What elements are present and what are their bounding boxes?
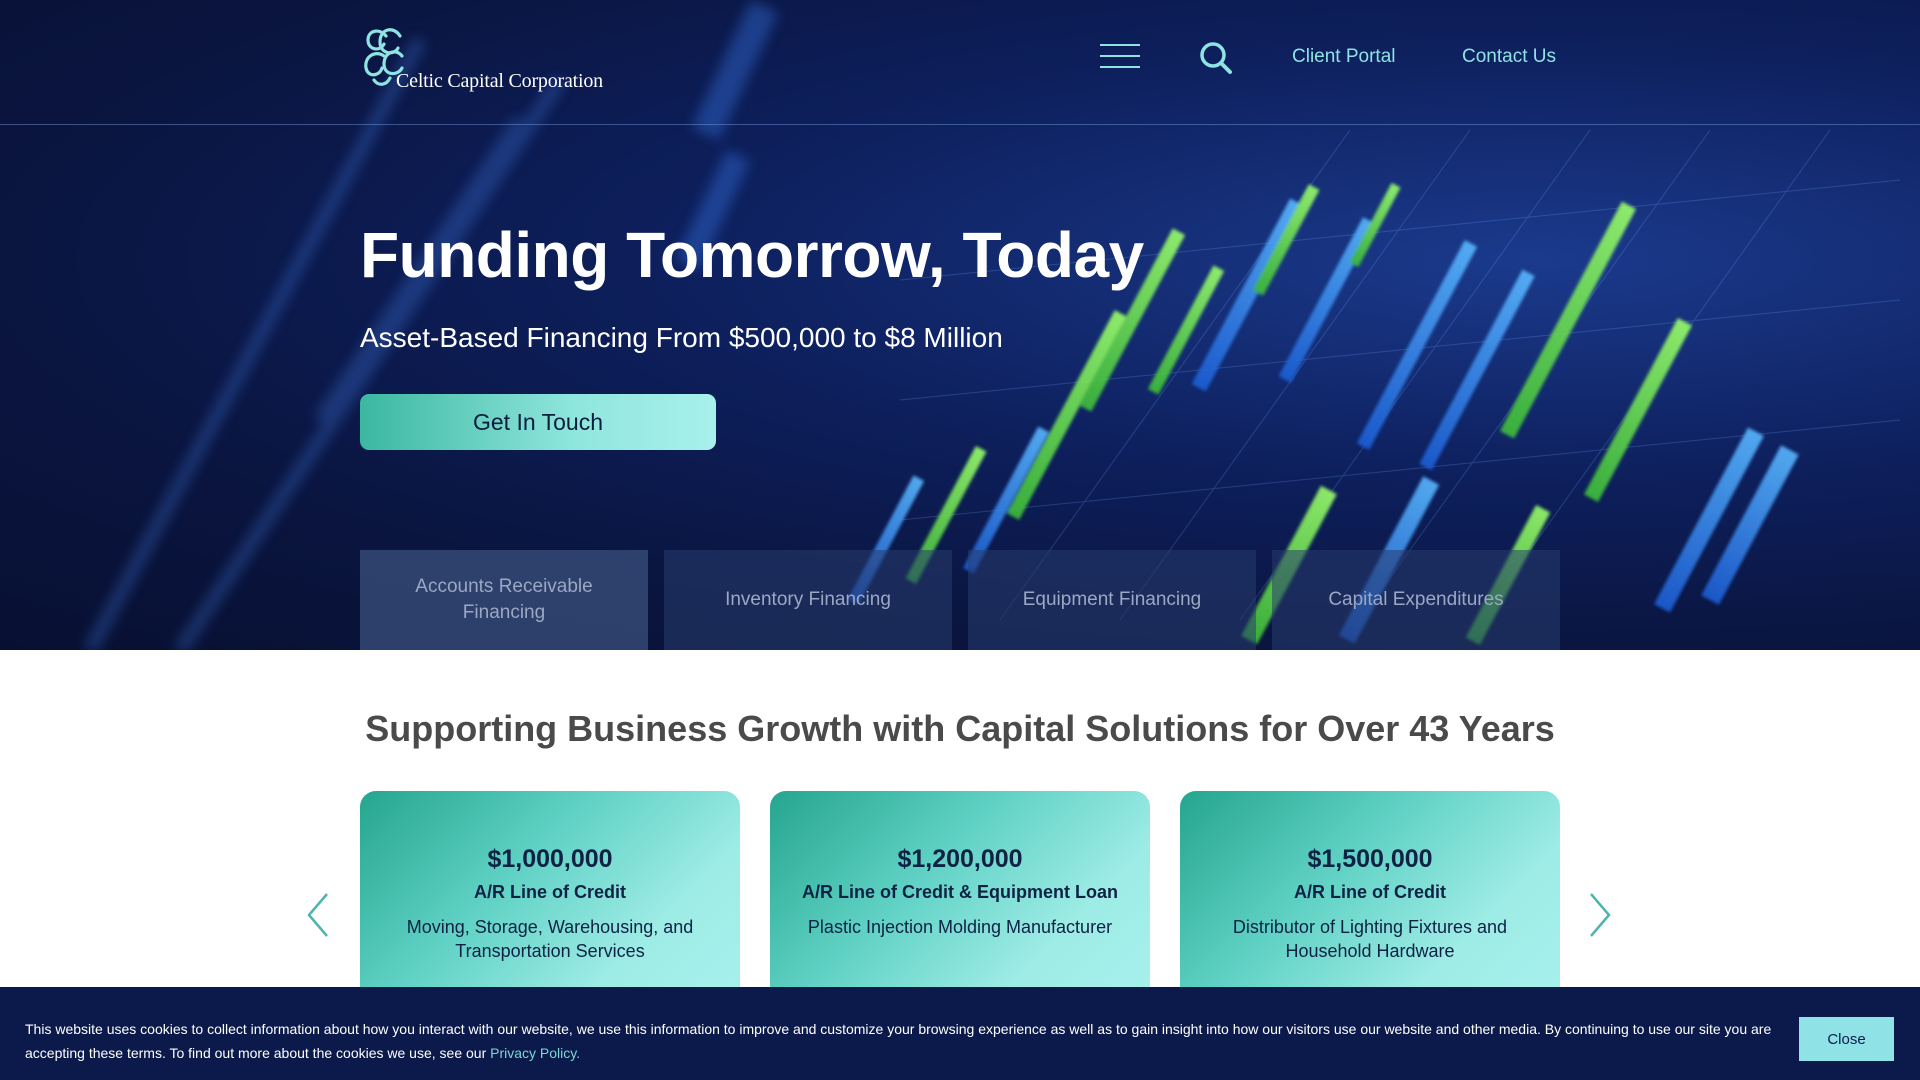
get-in-touch-button[interactable]: Get In Touch	[360, 394, 716, 450]
deal-card[interactable]: $1,000,000 A/R Line of Credit Moving, St…	[360, 791, 740, 991]
cookie-banner: This website uses cookies to collect inf…	[0, 987, 1920, 1080]
nav-contact-us-link[interactable]: Contact Us	[1462, 46, 1556, 68]
deal-type: A/R Line of Credit	[1294, 882, 1446, 902]
logo-text: Celtic Capital Corporation	[396, 70, 603, 92]
privacy-policy-link[interactable]: Privacy Policy.	[490, 1045, 580, 1061]
section-title: Supporting Business Growth with Capital …	[365, 708, 1555, 749]
deal-type: A/R Line of Credit	[474, 882, 626, 902]
deal-amount: $1,000,000	[487, 845, 613, 873]
hero-subtitle: Asset-Based Financing From $500,000 to $…	[360, 322, 1003, 353]
tab-equipment-financing[interactable]: Equipment Financing	[968, 550, 1256, 650]
nav-client-portal-link[interactable]: Client Portal	[1292, 46, 1396, 68]
cookie-close-button[interactable]: Close	[1799, 1017, 1894, 1061]
cookie-text: This website uses cookies to collect inf…	[25, 1017, 1785, 1065]
deal-description: Distributor of Lighting Fixtures and Hou…	[1232, 917, 1508, 962]
deal-amount: $1,200,000	[897, 845, 1023, 873]
service-tabs: Accounts Receivable Financing Inventory …	[360, 550, 1560, 650]
tab-inventory-financing[interactable]: Inventory Financing	[664, 550, 952, 650]
tab-capital-expenditures[interactable]: Capital Expenditures	[1272, 550, 1560, 650]
deal-amount: $1,500,000	[1307, 845, 1433, 873]
hero-title: Funding Tomorrow, Today	[360, 219, 1144, 291]
cookie-message: This website uses cookies to collect inf…	[25, 1021, 1772, 1061]
chevron-left-icon[interactable]	[303, 890, 333, 940]
hero-section: Celtic Capital Corporation Client Portal…	[0, 0, 1920, 650]
tab-accounts-receivable-financing[interactable]: Accounts Receivable Financing	[360, 550, 648, 650]
deal-description: Moving, Storage, Warehousing, and Transp…	[406, 917, 694, 962]
search-icon[interactable]	[1198, 40, 1234, 76]
deals-carousel: $1,000,000 A/R Line of Credit Moving, St…	[360, 791, 1560, 991]
deal-type: A/R Line of Credit & Equipment Loan	[802, 882, 1118, 902]
logo[interactable]: Celtic Capital Corporation	[360, 22, 620, 94]
deal-card[interactable]: $1,500,000 A/R Line of Credit Distributo…	[1180, 791, 1560, 991]
deal-description: Plastic Injection Molding Manufacturer	[807, 917, 1113, 937]
site-header: Celtic Capital Corporation Client Portal…	[0, 0, 1920, 125]
hamburger-menu-icon[interactable]	[1100, 44, 1140, 72]
deal-card[interactable]: $1,200,000 A/R Line of Credit & Equipmen…	[770, 791, 1150, 991]
chevron-right-icon[interactable]	[1585, 890, 1615, 940]
